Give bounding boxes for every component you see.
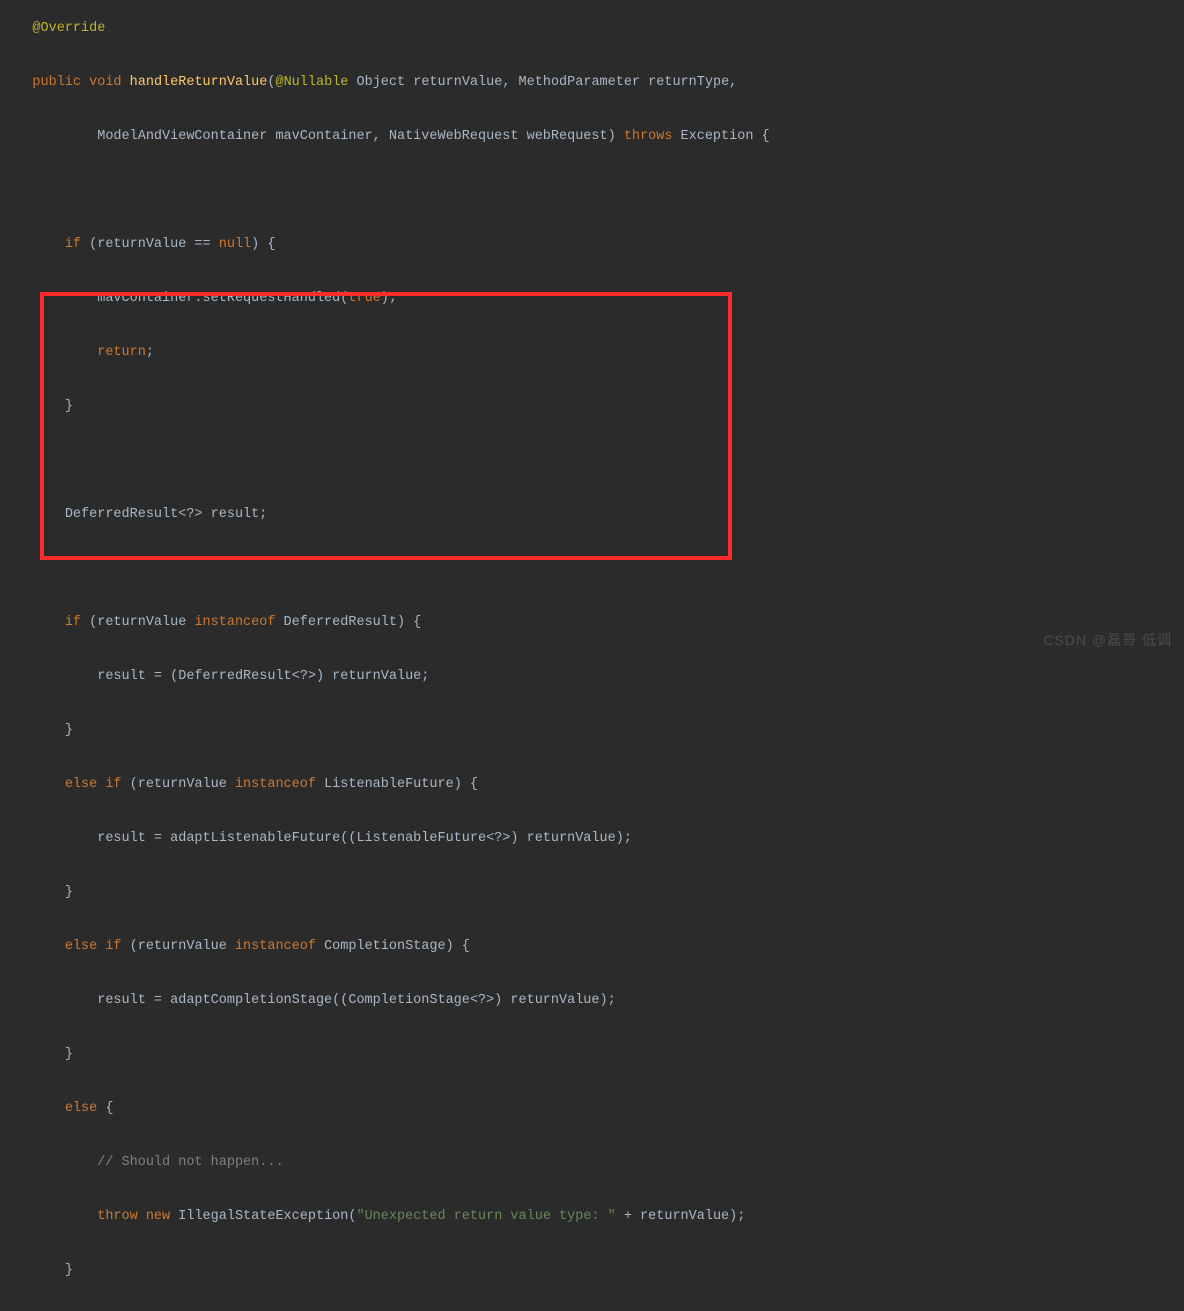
code-line: ModelAndViewContainer mavContainer, Nati… xyxy=(0,123,1184,150)
code-line xyxy=(0,177,1184,204)
code-line: result = adaptListenableFuture((Listenab… xyxy=(0,825,1184,852)
code-line: } xyxy=(0,717,1184,744)
code-line: public void handleReturnValue(@Nullable … xyxy=(0,69,1184,96)
code-line: throw new IllegalStateException("Unexpec… xyxy=(0,1203,1184,1230)
code-line: // Should not happen... xyxy=(0,1149,1184,1176)
code-line: if (returnValue instanceof DeferredResul… xyxy=(0,609,1184,636)
code-line: else { xyxy=(0,1095,1184,1122)
code-line xyxy=(0,447,1184,474)
code-line: if (returnValue == null) { xyxy=(0,231,1184,258)
annotation: @Override xyxy=(32,21,105,36)
code-line: } xyxy=(0,393,1184,420)
code-line: } xyxy=(0,1041,1184,1068)
code-line: return; xyxy=(0,339,1184,366)
code-line: result = (DeferredResult<?>) returnValue… xyxy=(0,663,1184,690)
code-line xyxy=(0,555,1184,582)
code-line: mavContainer.setRequestHandled(true); xyxy=(0,285,1184,312)
watermark-text: CSDN @磊哥 低调 xyxy=(1043,627,1172,654)
code-line: DeferredResult<?> result; xyxy=(0,501,1184,528)
code-line: @Override xyxy=(0,15,1184,42)
code-line: } xyxy=(0,879,1184,906)
code-line: } xyxy=(0,1257,1184,1284)
code-editor: @Override public void handleReturnValue(… xyxy=(0,15,1184,1311)
code-line: else if (returnValue instanceof Completi… xyxy=(0,933,1184,960)
code-line: result = adaptCompletionStage((Completio… xyxy=(0,987,1184,1014)
code-line: else if (returnValue instanceof Listenab… xyxy=(0,771,1184,798)
